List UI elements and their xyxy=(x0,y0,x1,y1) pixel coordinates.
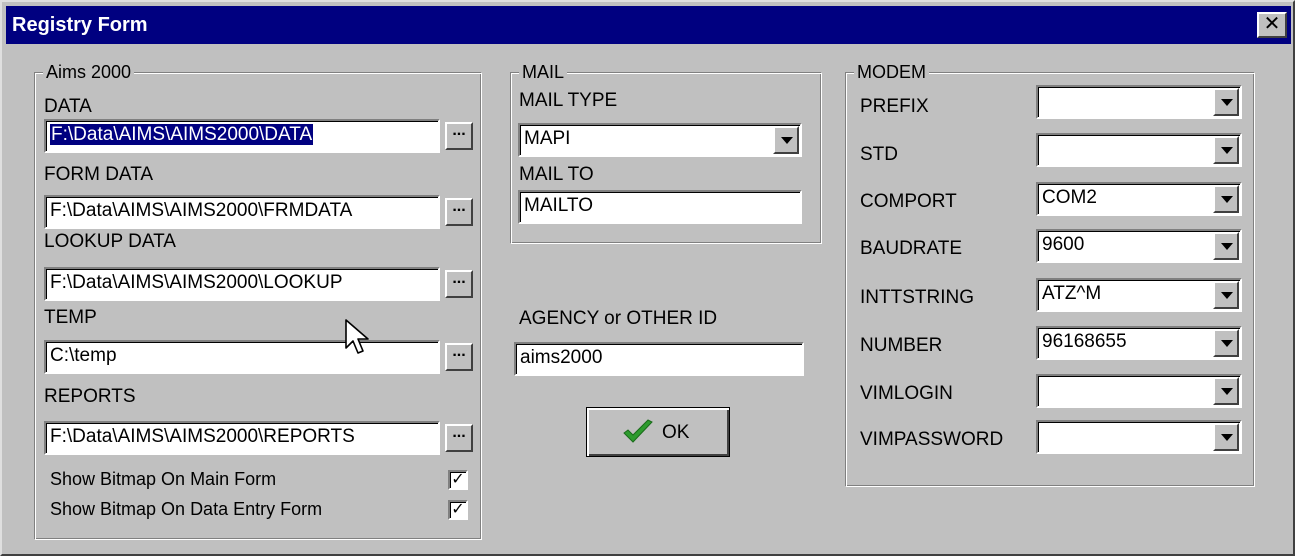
vimpassword-label: VIMPASSWORD xyxy=(860,429,1004,450)
prefix-select[interactable] xyxy=(1036,85,1242,119)
mail-to-field[interactable]: MAILTO xyxy=(518,190,802,224)
inttstring-label: INTTSTRING xyxy=(860,287,974,308)
comport-value: COM2 xyxy=(1042,187,1097,208)
prefix-label: PREFIX xyxy=(860,96,929,117)
chevron-down-icon[interactable] xyxy=(1213,185,1239,213)
aims-group-legend: Aims 2000 xyxy=(43,62,135,82)
vimlogin-label: VIMLOGIN xyxy=(860,383,953,404)
chevron-down-icon[interactable] xyxy=(1213,232,1239,260)
baudrate-value: 9600 xyxy=(1042,234,1085,255)
chevron-down-icon[interactable] xyxy=(1213,88,1239,116)
number-select[interactable]: 96168655 xyxy=(1036,326,1242,360)
baudrate-select[interactable]: 9600 xyxy=(1036,229,1242,263)
window-title: Registry Form xyxy=(12,14,148,36)
vimpassword-select[interactable] xyxy=(1036,420,1242,454)
form-data-browse-button[interactable]: ... xyxy=(445,198,473,226)
inttstring-select[interactable]: ATZ^M xyxy=(1036,278,1242,312)
mail-type-select[interactable]: MAPI xyxy=(518,123,802,157)
mail-to-value: MAILTO xyxy=(524,195,593,216)
temp-label: TEMP xyxy=(44,307,97,328)
show-bitmap-main-checkbox[interactable]: ✓ xyxy=(448,470,468,490)
data-label: DATA xyxy=(44,96,92,117)
chevron-down-icon[interactable] xyxy=(1213,136,1239,164)
mouse-cursor-icon xyxy=(345,319,369,354)
check-icon xyxy=(623,419,653,443)
form-data-path-field[interactable]: F:\Data\AIMS\AIMS2000\FRMDATA xyxy=(44,195,440,229)
modem-group-legend: MODEM xyxy=(854,62,929,82)
show-bitmap-entry-label: Show Bitmap On Data Entry Form xyxy=(50,499,323,519)
reports-label: REPORTS xyxy=(44,386,136,407)
data-path-field[interactable]: F:\Data\AIMS\AIMS2000\DATA xyxy=(44,119,440,153)
data-browse-button[interactable]: ... xyxy=(445,122,473,150)
comport-select[interactable]: COM2 xyxy=(1036,182,1242,216)
title-bar[interactable]: Registry Form ✕ xyxy=(6,6,1291,44)
chevron-down-icon[interactable] xyxy=(1213,377,1239,405)
reports-path-value: F:\Data\AIMS\AIMS2000\REPORTS xyxy=(50,426,355,447)
temp-browse-button[interactable]: ... xyxy=(445,343,473,371)
chevron-down-icon[interactable] xyxy=(1213,423,1239,451)
show-bitmap-main-label: Show Bitmap On Main Form xyxy=(50,469,277,489)
chevron-down-icon[interactable] xyxy=(1213,281,1239,309)
ok-button[interactable]: OK xyxy=(586,407,730,457)
reports-path-field[interactable]: F:\Data\AIMS\AIMS2000\REPORTS xyxy=(44,421,440,455)
mail-type-label: MAIL TYPE xyxy=(519,90,618,111)
number-label: NUMBER xyxy=(860,335,943,356)
checkmark-icon: ✓ xyxy=(451,471,465,488)
form-data-label: FORM DATA xyxy=(44,164,154,185)
vimlogin-select[interactable] xyxy=(1036,374,1242,408)
close-icon: ✕ xyxy=(1263,13,1281,35)
comport-label: COMPORT xyxy=(860,191,957,212)
baudrate-label: BAUDRATE xyxy=(860,238,963,259)
lookup-data-path-value: F:\Data\AIMS\AIMS2000\LOOKUP xyxy=(50,272,343,293)
inttstring-value: ATZ^M xyxy=(1042,283,1102,304)
mail-to-label: MAIL TO xyxy=(519,164,594,185)
ok-button-label: OK xyxy=(662,422,690,443)
reports-browse-button[interactable]: ... xyxy=(445,424,473,452)
checkmark-icon: ✓ xyxy=(451,501,465,518)
agency-id-value: aims2000 xyxy=(520,347,603,368)
chevron-down-icon[interactable] xyxy=(773,126,799,154)
chevron-down-icon[interactable] xyxy=(1213,329,1239,357)
lookup-data-browse-button[interactable]: ... xyxy=(445,270,473,298)
agency-id-field[interactable]: aims2000 xyxy=(514,342,804,376)
temp-path-value: C:\temp xyxy=(50,345,117,366)
lookup-data-label: LOOKUP DATA xyxy=(44,231,176,252)
lookup-data-path-field[interactable]: F:\Data\AIMS\AIMS2000\LOOKUP xyxy=(44,267,440,301)
mail-type-value: MAPI xyxy=(524,128,571,149)
temp-path-field[interactable]: C:\temp xyxy=(44,340,440,374)
data-path-value: F:\Data\AIMS\AIMS2000\DATA xyxy=(50,124,314,145)
mail-group-legend: MAIL xyxy=(519,62,568,82)
close-button[interactable]: ✕ xyxy=(1257,12,1287,38)
show-bitmap-entry-checkbox[interactable]: ✓ xyxy=(448,500,468,520)
number-value: 96168655 xyxy=(1042,331,1127,352)
std-label: STD xyxy=(860,144,898,165)
std-select[interactable] xyxy=(1036,133,1242,167)
form-data-path-value: F:\Data\AIMS\AIMS2000\FRMDATA xyxy=(50,200,353,221)
agency-label: AGENCY or OTHER ID xyxy=(519,308,718,329)
registry-form-window: Registry Form ✕ Aims 2000 DATA F:\Data\A… xyxy=(0,0,1295,556)
